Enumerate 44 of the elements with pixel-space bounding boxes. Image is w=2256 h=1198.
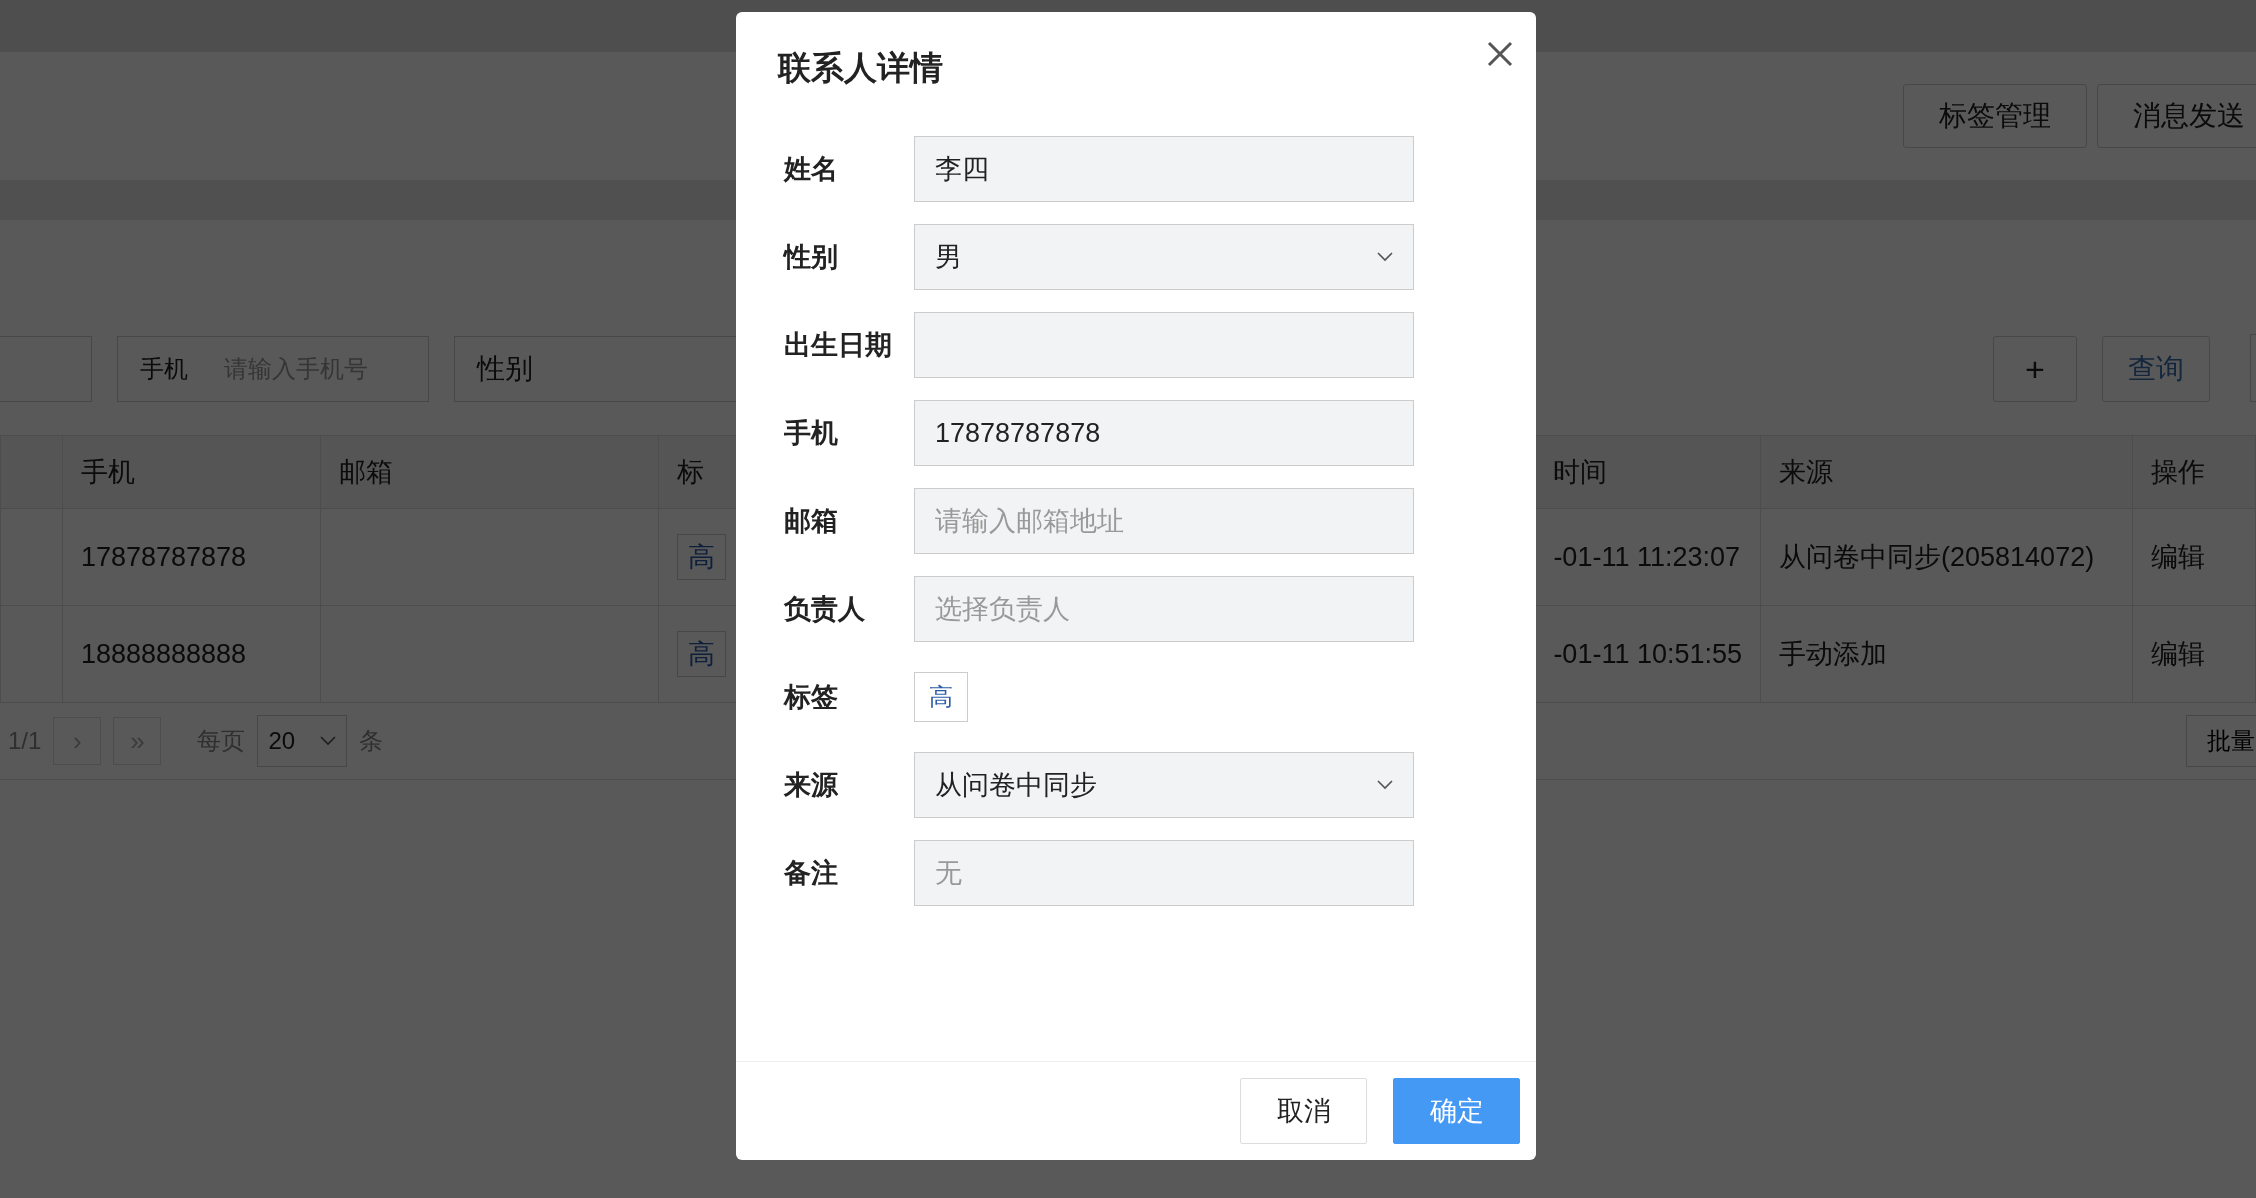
field-label: 来源 bbox=[784, 769, 839, 802]
field-label: 性别 bbox=[784, 241, 839, 274]
query-button[interactable]: 查询 bbox=[2102, 336, 2210, 402]
batch-button[interactable]: 批量 bbox=[2186, 715, 2256, 767]
column-header: 邮箱 bbox=[320, 435, 658, 509]
chevron-down-icon bbox=[320, 736, 337, 746]
confirm-button[interactable]: 确定 bbox=[1393, 1078, 1520, 1144]
last-page-button[interactable]: » bbox=[113, 717, 162, 765]
chevron-down-icon bbox=[1377, 252, 1393, 262]
input-field[interactable]: 李四 bbox=[914, 136, 1414, 202]
dialog-title: 联系人详情 bbox=[778, 48, 943, 88]
column-header: 时间 bbox=[1534, 435, 1761, 509]
field-label: 手机 bbox=[784, 417, 839, 450]
edit-link[interactable]: 编辑 bbox=[2151, 639, 2205, 669]
table-cell: 17878787878 bbox=[62, 508, 321, 606]
select-field[interactable]: 从问卷中同步 bbox=[914, 752, 1414, 818]
tag-label: 高 bbox=[676, 534, 726, 580]
input-field[interactable]: 17878787878 bbox=[914, 400, 1414, 466]
field-label: 标签 bbox=[784, 681, 839, 714]
field-label: 姓名 bbox=[784, 153, 839, 186]
add-button[interactable]: + bbox=[1993, 336, 2077, 402]
column-header: 来源 bbox=[1760, 435, 2133, 509]
next-page-button[interactable]: › bbox=[53, 717, 102, 765]
edit-link[interactable]: 编辑 bbox=[2151, 542, 2205, 572]
input-field[interactable]: 无 bbox=[914, 840, 1414, 906]
tag-label: 高 bbox=[676, 631, 726, 677]
field-label: 邮箱 bbox=[784, 505, 839, 538]
cancel-button[interactable]: 取消 bbox=[1240, 1078, 1367, 1144]
column-header: 操作 bbox=[2132, 435, 2256, 509]
page-size-select[interactable]: 20 bbox=[257, 715, 348, 767]
column-header: 手机 bbox=[62, 435, 321, 509]
field-label: 备注 bbox=[784, 857, 839, 890]
table-cell: 18888888888 bbox=[62, 605, 321, 703]
table-cell: 从问卷中同步(205814072) bbox=[1760, 508, 2133, 606]
input-field[interactable] bbox=[914, 312, 1414, 378]
input-field[interactable]: 选择负责人 bbox=[914, 576, 1414, 642]
input-field[interactable]: 请输入邮箱地址 bbox=[914, 488, 1414, 554]
chevron-down-icon bbox=[1377, 780, 1393, 790]
header-button[interactable]: 消息发送 bbox=[2097, 84, 2256, 148]
header-button[interactable]: 标签管理 bbox=[1903, 84, 2087, 148]
select-field[interactable]: 男 bbox=[914, 224, 1414, 290]
tag-label: 高 bbox=[914, 672, 968, 722]
field-label: 负责人 bbox=[784, 593, 866, 626]
table-cell: 手动添加 bbox=[1760, 605, 2133, 703]
